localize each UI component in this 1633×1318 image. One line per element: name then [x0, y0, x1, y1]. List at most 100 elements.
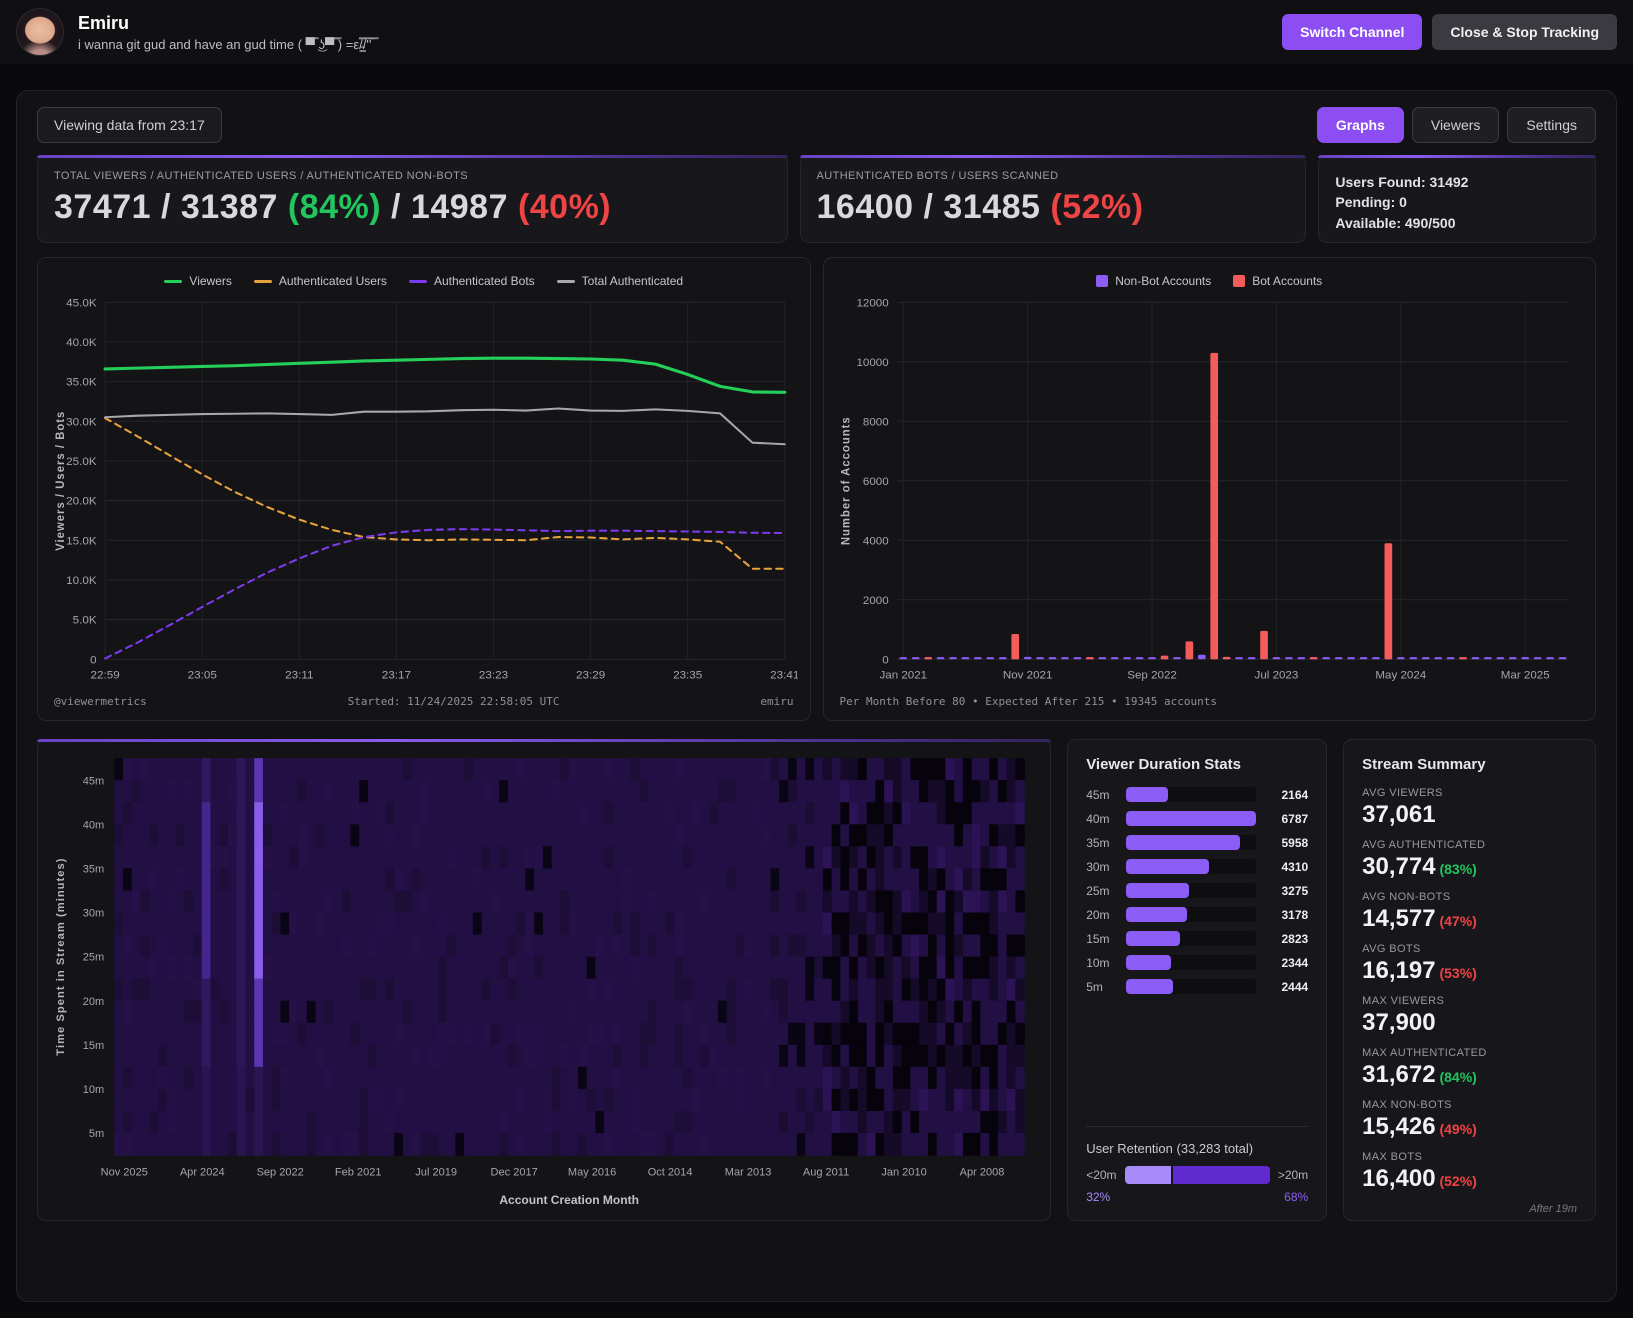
stat-seg: 16400 / 31485: [816, 188, 1051, 226]
duration-row-value: 2444: [1281, 979, 1309, 994]
duration-bar-fill: [1126, 955, 1172, 970]
svg-text:23:29: 23:29: [576, 670, 605, 682]
top-header: Emiru i wanna git gud and have an gud ti…: [0, 0, 1633, 64]
stat-value-bots: 16400 / 31485 (52%): [817, 188, 1290, 227]
summary-row-label: MAX BOTS: [1362, 1151, 1423, 1163]
svg-text:4000: 4000: [862, 535, 888, 547]
duration-bar-track: [1126, 883, 1257, 898]
tab-settings[interactable]: Settings: [1507, 107, 1596, 143]
retention-bar-right: [1173, 1166, 1270, 1184]
duration-row: 20m 3178: [1086, 907, 1308, 922]
duration-bar-track: [1126, 907, 1257, 922]
summary-row-value: 37,900: [1362, 1009, 1436, 1036]
summary-row-value: 16,400 (52%): [1362, 1165, 1477, 1192]
duration-row: 10m 2344: [1086, 955, 1308, 970]
svg-text:23:17: 23:17: [382, 670, 411, 682]
duration-row: 40m 6787: [1086, 811, 1308, 826]
summary-row-value: 15,426 (49%): [1362, 1113, 1477, 1140]
duration-row-value: 2344: [1281, 955, 1309, 970]
summary-row-value: 30,774 (83%): [1362, 853, 1477, 880]
legend-item: Authenticated Bots: [408, 274, 535, 288]
svg-text:Oct 2014: Oct 2014: [648, 1166, 693, 1178]
user-retention: User Retention (33,283 total) <20m >20m …: [1086, 1126, 1309, 1204]
svg-text:0: 0: [882, 654, 888, 666]
bar-chart-legend: Non-Bot Accounts Bot Accounts: [836, 270, 1584, 292]
legend-label: Bot Accounts: [1252, 274, 1323, 288]
switch-channel-button[interactable]: Switch Channel: [1282, 14, 1423, 50]
duration-bar-fill: [1126, 859, 1209, 874]
svg-text:Mar 2025: Mar 2025: [1500, 670, 1549, 682]
duration-row-value: 3275: [1281, 883, 1309, 898]
duration-row: 30m 4310: [1086, 859, 1308, 874]
svg-text:Dec 2017: Dec 2017: [491, 1166, 538, 1178]
legend-swatch: [1096, 275, 1109, 287]
summary-row-label: AVG VIEWERS: [1362, 787, 1443, 799]
duration-row: 35m 5958: [1086, 835, 1308, 850]
duration-bar-fill: [1126, 883, 1189, 898]
stream-summary-card: Stream Summary AVG VIEWERS 37,061 AVG AUTH…: [1343, 739, 1596, 1221]
svg-text:Apr 2008: Apr 2008: [960, 1166, 1005, 1178]
svg-text:23:23: 23:23: [479, 670, 508, 682]
svg-text:Account Creation Month: Account Creation Month: [499, 1193, 639, 1207]
duration-heatmap-card: 45m 40m 35m 30m 25m 20m 15m 10m 5m Nov 2025 Apr 20…: [37, 739, 1052, 1221]
summary-row-pct: (53%): [1435, 965, 1477, 981]
svg-text:40.0K: 40.0K: [66, 337, 97, 349]
channel-avatar: [16, 8, 64, 56]
svg-text:23:05: 23:05: [188, 670, 217, 682]
available-line: Available: 490/500: [1335, 214, 1456, 231]
duration-row-label: 40m: [1086, 811, 1110, 826]
duration-row-label: 15m: [1086, 931, 1110, 946]
svg-text:40m: 40m: [83, 819, 104, 831]
svg-text:15m: 15m: [83, 1040, 104, 1052]
summary-row-pct: (83%): [1435, 861, 1477, 877]
tab-viewers[interactable]: Viewers: [1411, 107, 1500, 143]
pending-line: Pending: 0: [1335, 194, 1407, 211]
duration-row-label: 30m: [1086, 859, 1110, 874]
close-stop-tracking-button[interactable]: Close & Stop Tracking: [1432, 14, 1617, 50]
summary-row-value: 37,061: [1362, 801, 1436, 828]
legend-label: Total Authenticated: [581, 274, 684, 288]
tab-graphs[interactable]: Graphs: [1316, 107, 1404, 143]
summary-footnote: After 19m: [1529, 1203, 1577, 1215]
stat-seg: / 14987: [381, 188, 518, 226]
summary-row-label: AVG BOTS: [1362, 943, 1421, 955]
svg-text:May 2024: May 2024: [1375, 670, 1426, 682]
duration-row-value: 3178: [1281, 907, 1309, 922]
svg-text:5m: 5m: [89, 1128, 104, 1140]
duration-row-value: 5958: [1281, 835, 1309, 850]
svg-text:10000: 10000: [856, 357, 888, 369]
duration-heatmap: 45m 40m 35m 30m 25m 20m 15m 10m 5m Nov 2025 Apr 20…: [55, 758, 1025, 1207]
legend-label: Viewers: [189, 274, 232, 288]
svg-text:2000: 2000: [862, 595, 888, 607]
svg-text:23:35: 23:35: [673, 670, 702, 682]
legend-swatch: [556, 279, 575, 283]
svg-text:5.0K: 5.0K: [73, 615, 97, 627]
svg-text:30.0K: 30.0K: [66, 417, 97, 429]
duration-row-label: 5m: [1086, 979, 1103, 994]
duration-row-label: 10m: [1086, 955, 1110, 970]
duration-bar-fill: [1126, 787, 1168, 802]
duration-row-label: 45m: [1086, 787, 1110, 802]
duration-row-label: 25m: [1086, 883, 1110, 898]
svg-text:Apr 2024: Apr 2024: [180, 1166, 225, 1178]
stat-label-viewers: TOTAL VIEWERS / AUTHENTICATED USERS / AU…: [54, 170, 468, 182]
svg-text:0: 0: [90, 654, 96, 666]
svg-text:May 2016: May 2016: [568, 1166, 616, 1178]
svg-text:Nov 2021: Nov 2021: [1002, 670, 1052, 682]
svg-text:20.0K: 20.0K: [66, 496, 97, 508]
legend-swatch: [408, 279, 427, 283]
duration-bar-track: [1126, 859, 1257, 874]
duration-row-value: 6787: [1281, 811, 1309, 826]
svg-text:Feb 2021: Feb 2021: [335, 1166, 382, 1178]
svg-text:Mar 2013: Mar 2013: [725, 1166, 772, 1178]
retention-left-pct: 32%: [1086, 1190, 1111, 1204]
legend-swatch: [164, 279, 183, 283]
svg-text:Viewers / Users / Bots: Viewers / Users / Bots: [55, 411, 67, 551]
summary-row-value: 14,577 (47%): [1362, 905, 1477, 932]
svg-text:Jan 2021: Jan 2021: [879, 670, 927, 682]
chart-footer-channel: emiru: [760, 694, 794, 708]
viewing-data-chip[interactable]: Viewing data from 23:17: [37, 107, 222, 143]
svg-text:6000: 6000: [862, 476, 888, 488]
stat-label-bots: AUTHENTICATED BOTS / USERS SCANNED: [816, 170, 1059, 182]
summary-row-value: 16,197 (53%): [1362, 957, 1477, 984]
